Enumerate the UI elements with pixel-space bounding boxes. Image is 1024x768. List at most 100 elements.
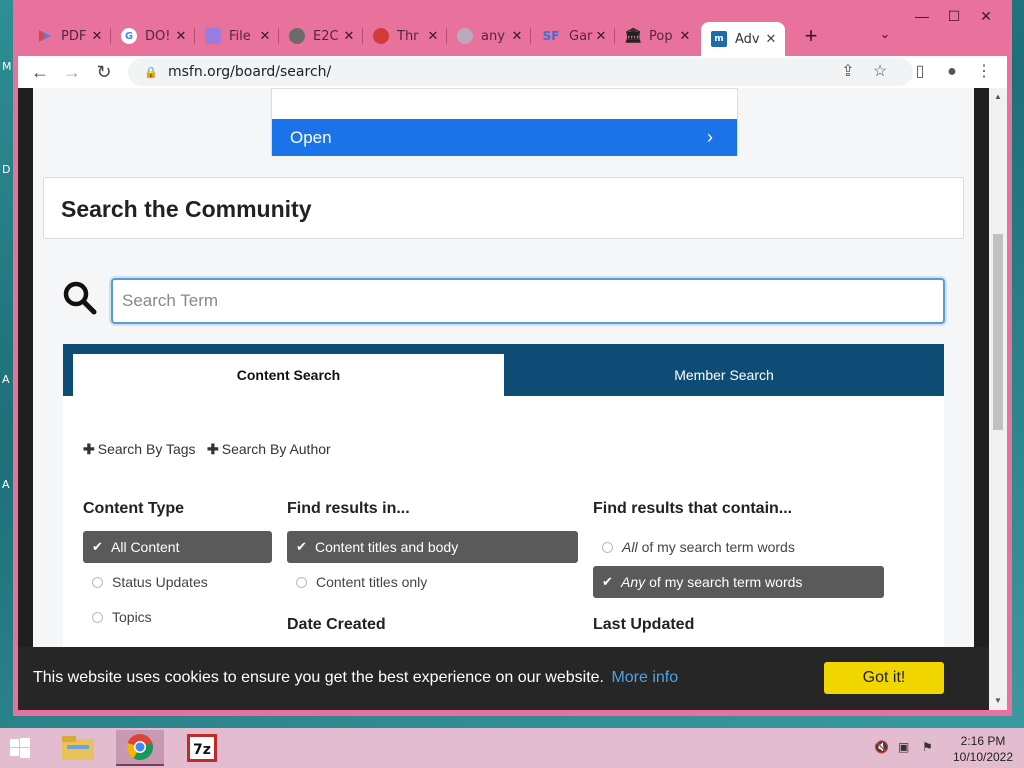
option-all-content[interactable]: ✔ All Content [83,531,272,563]
close-icon[interactable]: ✕ [341,29,357,44]
file-icon [205,28,221,44]
checkmark-icon: ✔ [92,539,103,554]
cookie-banner: This website uses cookies to ensure you … [18,647,989,710]
more-info-link[interactable]: More info [611,669,678,686]
option-label: of my search term words [649,574,803,590]
browser-tab[interactable]: 🏛 Pop ✕ [615,22,699,50]
checkmark-icon: ✔ [296,539,307,554]
option-titles-only[interactable]: Content titles only [287,566,578,598]
scroll-down-arrow-icon[interactable]: ▼ [993,696,1003,705]
star-icon[interactable]: ☆ [868,60,892,84]
browser-tab[interactable]: Thr ✕ [363,22,447,50]
reload-icon[interactable]: ↻ [92,60,116,84]
radio-icon [92,611,103,623]
address-bar[interactable]: 🔒 msfn.org/board/search/ [128,58,913,86]
search-by-author-link[interactable]: ✚ Search By Author [207,441,331,458]
close-icon[interactable]: ✕ [173,29,189,44]
browser-tab[interactable]: any ✕ [447,22,531,50]
option-label: Content titles and body [315,539,459,555]
option-all-words[interactable]: All of my search term words [593,531,884,563]
browser-tab-active[interactable]: m Adv ✕ [701,22,785,56]
sidepanel-icon[interactable]: ▯ [908,60,932,84]
taskbar: 7z 🔇 ▣ ⚑ 2:16 PM 10/10/2022 [0,728,1024,768]
radio-icon [92,576,103,588]
pdf-icon [37,28,53,44]
radio-icon [296,576,307,588]
scrollbar[interactable]: ▲ ▼ [989,88,1007,710]
tab-label: Pop [649,28,673,44]
bank-icon: 🏛 [624,28,642,44]
browser-tab[interactable]: SF Gar ✕ [531,22,615,50]
close-icon[interactable]: ✕ [763,32,779,47]
tab-label: Gar [569,28,593,44]
tab-label: E2C [313,28,339,44]
browser-tab[interactable]: PDF ✕ [27,22,111,50]
option-label: Topics [112,609,152,625]
title-box: Search the Community [43,177,964,239]
ad-open-button[interactable]: Open › [272,119,737,156]
close-icon[interactable]: ✕ [593,29,609,44]
plus-icon: ✚ [207,441,219,457]
minimize-button[interactable]: — [906,8,938,30]
menu-icon[interactable]: ⋮ [972,60,996,84]
tab-member-search[interactable]: Member Search [504,354,944,396]
contain-title: Find results that contain... [593,500,793,517]
browser-tab[interactable]: G DO! ✕ [111,22,195,50]
desktop-icon-label: M [2,60,12,73]
close-icon[interactable]: ✕ [425,29,441,44]
maximize-button[interactable]: ☐ [938,8,970,30]
lock-icon: 🔒 [144,66,158,79]
tab-label: PDF [61,28,87,44]
tab-label: Thr [397,28,419,44]
close-icon[interactable]: ✕ [677,29,693,44]
tab-label: any [481,28,505,44]
scroll-up-arrow-icon[interactable]: ▲ [993,92,1003,101]
search-by-tags-link[interactable]: ✚ Search By Tags [83,441,196,458]
msfn-icon: m [711,31,727,47]
option-label: Status Updates [112,574,208,590]
find-in-title: Find results in... [287,500,410,517]
flag-icon[interactable]: ⚑ [922,740,933,754]
browser-tab[interactable]: File ✕ [195,22,279,50]
clock-time: 2:16 PM [960,734,1006,748]
close-window-button[interactable]: ✕ [970,8,1002,30]
checkmark-icon: ✔ [602,574,613,589]
windows-start-icon[interactable] [10,738,30,758]
got-it-button[interactable]: Got it! [824,662,944,694]
search-icon [63,281,97,315]
option-status-updates[interactable]: Status Updates [83,566,272,598]
file-explorer-icon[interactable] [54,730,102,766]
option-topics[interactable]: Topics [83,601,272,633]
date-created-title: Date Created [287,616,386,633]
chevron-right-icon: › [707,127,713,147]
7zip-icon[interactable]: 7z [178,730,226,766]
option-label: of my search term words [641,539,795,555]
loading-icon [457,28,473,44]
volume-muted-icon[interactable]: 🔇 [874,740,889,754]
scroll-thumb[interactable] [993,234,1003,430]
close-icon[interactable]: ✕ [509,29,525,44]
network-icon[interactable]: ▣ [898,740,909,754]
back-arrow-icon[interactable]: ← [28,60,52,84]
desktop-icon-label: D [2,163,11,176]
search-tabs: Content Search Member Search [63,344,944,396]
system-clock[interactable]: 2:16 PM 10/10/2022 [950,733,1016,765]
new-tab-button[interactable]: + [797,24,825,48]
chrome-icon[interactable] [116,730,164,766]
browser-tab[interactable]: E2C ✕ [279,22,363,50]
option-titles-and-body[interactable]: ✔ Content titles and body [287,531,578,563]
forward-arrow-icon[interactable]: → [60,60,84,84]
profile-icon[interactable]: ● [940,60,964,84]
option-label: All Content [111,539,180,555]
search-input[interactable] [111,278,945,324]
url-text: msfn.org/board/search/ [168,64,332,80]
tab-content-search[interactable]: Content Search [73,354,504,396]
ad-open-label: Open [290,127,332,147]
option-any-words[interactable]: ✔ Any of my search term words [593,566,884,598]
desktop-icon-label: A [2,478,10,491]
close-icon[interactable]: ✕ [89,29,105,44]
chevron-down-icon[interactable]: ⌄ [875,26,895,46]
close-icon[interactable]: ✕ [257,29,273,44]
share-icon[interactable]: ⇪ [836,60,860,84]
svg-text:7z: 7z [193,742,211,758]
